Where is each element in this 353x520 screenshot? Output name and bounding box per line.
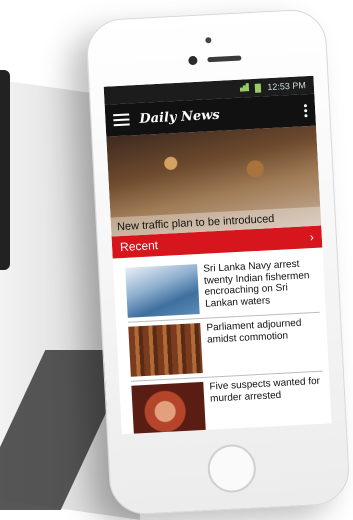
article-headline: Parliament adjourned amidst commotion [206, 317, 302, 346]
sensor-icon [188, 55, 198, 66]
background-edge [0, 70, 10, 270]
list-item[interactable]: Sri Lanka Navy arrest twenty Indian fish… [124, 253, 320, 323]
earpiece-speaker [207, 55, 242, 63]
overflow-menu-icon[interactable] [303, 103, 308, 117]
phone-frame: 12:53 PM Daily News New traffic plan to … [85, 8, 351, 516]
app-title: Daily News [139, 107, 221, 127]
phone-screen: 12:53 PM Daily News New traffic plan to … [103, 75, 332, 435]
list-item[interactable]: Five suspects wanted for murder arrested [131, 372, 326, 435]
list-item[interactable]: Parliament adjourned amidst commotion [128, 312, 323, 382]
section-title: Recent [119, 238, 159, 255]
hero-story[interactable]: New traffic plan to be introduced [106, 125, 322, 237]
article-headline: Five suspects wanted for murder arrested [209, 375, 321, 405]
status-time: 12:53 PM [267, 80, 307, 93]
article-thumbnail [131, 381, 206, 435]
chevron-right-icon: › [309, 229, 315, 245]
article-thumbnail [125, 264, 200, 318]
signal-icon [240, 83, 250, 93]
hamburger-menu-icon[interactable] [113, 113, 130, 127]
article-list: Sri Lanka Navy arrest twenty Indian fish… [113, 248, 332, 435]
battery-icon [255, 82, 262, 93]
front-camera-icon [205, 37, 212, 44]
home-button[interactable] [206, 443, 258, 494]
article-thumbnail [128, 323, 203, 377]
article-headline: Sri Lanka Navy arrest twenty Indian fish… [203, 258, 310, 310]
